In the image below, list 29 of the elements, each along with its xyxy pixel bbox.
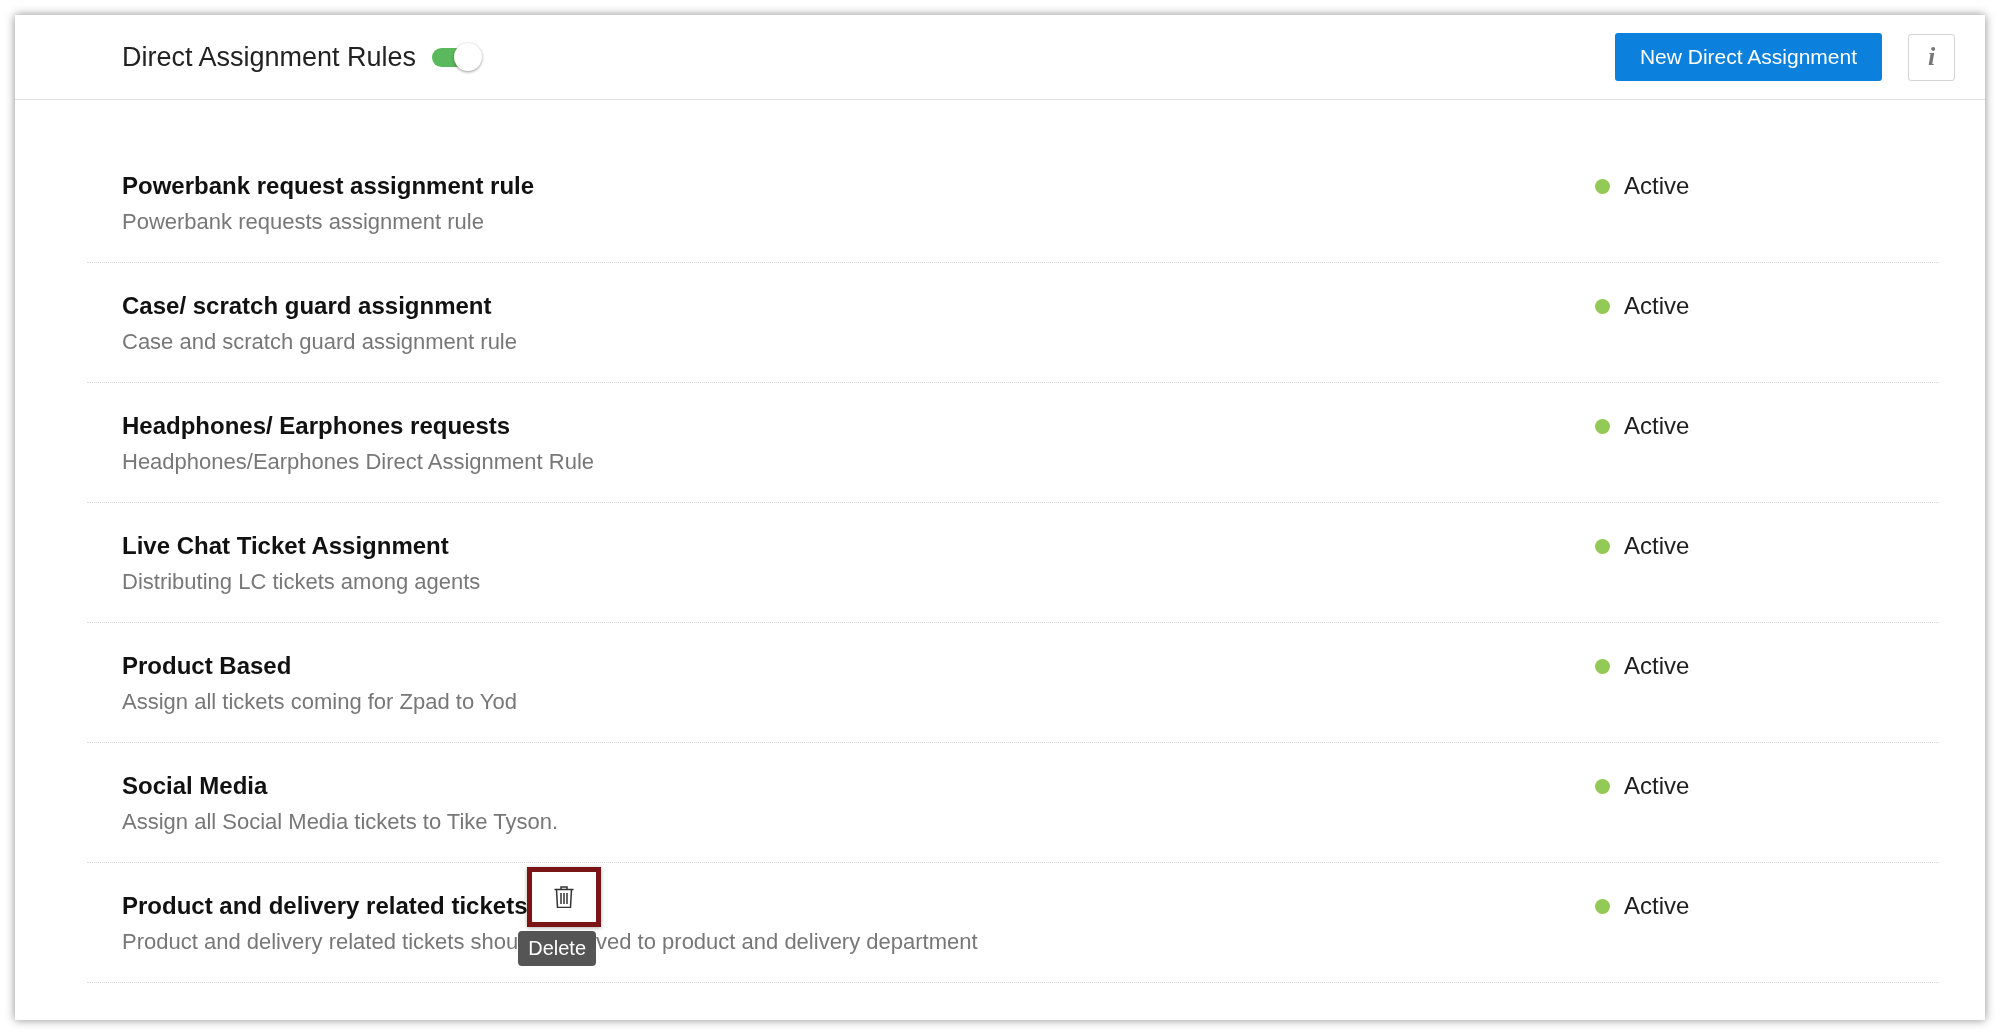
- status-label: Active: [1624, 172, 1690, 200]
- rule-description: Powerbank requests assignment rule: [122, 209, 484, 235]
- status-label: Active: [1624, 652, 1690, 680]
- tooltip: Delete: [518, 931, 597, 966]
- status-label: Active: [1624, 892, 1690, 920]
- rule-name[interactable]: Case/ scratch guard assignment: [122, 292, 492, 320]
- toggle-switch[interactable]: [432, 42, 483, 72]
- rule-description: Assign all tickets coming for Zpad to Yod: [122, 689, 517, 715]
- rule-name[interactable]: Social Media: [122, 772, 268, 800]
- delete-button[interactable]: [527, 867, 602, 927]
- rule-description: Headphones/Earphones Direct Assignment Rule: [122, 449, 595, 475]
- rule-description: ved to product and delivery department: [596, 929, 978, 955]
- trash-icon: [554, 886, 575, 908]
- rule-name[interactable]: Live Chat Ticket Assignment: [122, 532, 449, 560]
- new-assignment-button[interactable]: New Direct Assignment: [1614, 33, 1882, 81]
- rule-description: Case and scratch guard assignment rule: [122, 329, 517, 355]
- status-label: Active: [1624, 292, 1690, 320]
- rule-name[interactable]: Product Based: [122, 652, 292, 680]
- status-label: Active: [1624, 532, 1690, 560]
- rule-description: Assign all Social Media tickets to Tike Tyson.: [122, 809, 559, 835]
- rule-description: Distributing LC tickets among agents: [122, 569, 481, 595]
- status-label: Active: [1624, 412, 1690, 440]
- rule-name[interactable]: Powerbank request assignment rule: [122, 172, 535, 200]
- status-label: Active: [1624, 772, 1690, 800]
- info-button[interactable]: i: [1908, 33, 1955, 81]
- rule-description: Product and delivery related tickets shou: [122, 929, 519, 955]
- rule-name[interactable]: Headphones/ Earphones requests: [122, 412, 511, 440]
- page-title: Direct Assignment Rules: [122, 41, 417, 73]
- rule-name[interactable]: Product and delivery related tickets: [122, 892, 528, 920]
